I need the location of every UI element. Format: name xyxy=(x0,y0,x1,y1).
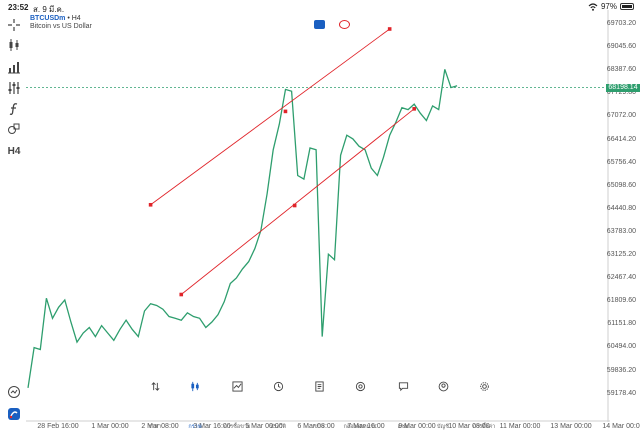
crosshair-tool[interactable] xyxy=(4,16,24,34)
time-tick-label: 11 Mar 00:00 xyxy=(499,423,541,430)
chart-type-tool[interactable] xyxy=(4,36,24,54)
price-tick-label: 65098.60 xyxy=(606,181,636,189)
account-icon xyxy=(438,381,448,392)
price-axis: 69703.20 69045.60 68387.60 67729.80 67072.00… xyxy=(606,10,640,422)
tab-label: ประวัติ xyxy=(269,424,287,430)
price-tick-label: 69045.60 xyxy=(606,43,636,51)
tab-label: แชท xyxy=(397,424,409,430)
quotes-icon xyxy=(151,382,159,391)
bottom-tab-bar: ราคา กราฟ การซื้อขาย ประวัติ ข่าว กล่องจดหมาย… xyxy=(130,381,510,447)
chat-icon xyxy=(398,382,408,392)
app-logo-icon xyxy=(8,408,20,420)
indicators-tool[interactable] xyxy=(4,58,24,76)
price-tick-label: 66414.20 xyxy=(606,135,636,143)
tab-label: บัญชี xyxy=(437,424,449,430)
trendline-2-anchor xyxy=(412,107,416,111)
market-watch-tool[interactable] xyxy=(4,383,24,401)
price-tick-label: 69703.20 xyxy=(606,20,636,27)
symbol-timeframe: H4 xyxy=(71,15,81,22)
price-chart[interactable] xyxy=(26,10,610,422)
objects-tool[interactable] xyxy=(4,79,24,97)
battery-icon xyxy=(620,3,634,10)
functions-tool[interactable] xyxy=(4,100,24,118)
tab-label: ข่าว xyxy=(314,424,324,430)
tab-label: กราฟ xyxy=(188,424,202,430)
trendline-1 xyxy=(150,28,390,206)
timeframe-button[interactable]: H4 xyxy=(4,142,24,160)
price-tick-label: 67072.00 xyxy=(606,112,636,120)
symbol-header: BTCUSDm • H4 xyxy=(30,15,81,22)
price-tick-label: 60494.00 xyxy=(606,343,636,351)
symbol-name: BTCUSDm xyxy=(30,15,66,22)
app-logo[interactable] xyxy=(4,405,24,423)
price-tick-label: 68387.60 xyxy=(606,66,636,74)
price-tick-label: 59836.20 xyxy=(606,366,636,374)
trendline-1-anchor xyxy=(283,109,288,114)
battery-fill xyxy=(622,5,632,8)
gauge-icon xyxy=(8,386,20,398)
price-tick-label: 65756.40 xyxy=(606,158,636,166)
tab-label: กล่องจดหมาย xyxy=(343,424,377,430)
indicators-icon xyxy=(8,62,20,74)
trendline-2 xyxy=(180,108,415,295)
chart-icon xyxy=(190,381,199,392)
trendline-1-anchor xyxy=(387,27,392,31)
trendline-1-anchor xyxy=(148,202,153,207)
symbol-description: Bitcoin vs US Dollar xyxy=(30,23,92,30)
price-tick-label: 61809.60 xyxy=(606,297,636,305)
indicator-toggle-icon[interactable] xyxy=(339,20,350,29)
price-tick-label: 63125.20 xyxy=(606,251,636,258)
price-tick-label: 63783.00 xyxy=(606,227,636,235)
trade-icon xyxy=(231,381,243,392)
time-tick-label: 14 Mar 00:00 xyxy=(602,423,640,430)
mailbox-icon xyxy=(355,381,365,392)
current-price-label: 68198.14 xyxy=(606,83,640,92)
price-tick-label: 61151.80 xyxy=(607,320,636,328)
trendline-2-anchor xyxy=(292,203,297,208)
history-icon xyxy=(273,381,283,392)
shapes-icon xyxy=(8,123,20,134)
time-tick-label: 28 Feb 16:00 xyxy=(37,423,79,430)
shapes-tool[interactable] xyxy=(4,120,24,138)
tab-label: ราคา xyxy=(148,424,162,430)
price-tick-label: 59178.40 xyxy=(606,389,636,397)
function-icon xyxy=(9,103,18,115)
trendline-2-anchor xyxy=(179,292,184,297)
candles-icon xyxy=(9,39,19,51)
news-icon xyxy=(314,381,324,392)
crosshair-icon xyxy=(8,19,20,31)
time-tick-label: 13 Mar 00:00 xyxy=(550,423,592,430)
price-tick-label: 64440.80 xyxy=(606,204,636,212)
settings-icon xyxy=(479,382,489,391)
tab-label: การตั้งค่า xyxy=(472,424,496,430)
price-tick-label: 62467.40 xyxy=(606,274,636,282)
one-click-trade-icon[interactable] xyxy=(314,20,325,29)
price-line xyxy=(27,69,458,388)
time-tick-label: 1 Mar 00:00 xyxy=(91,423,129,430)
sliders-icon xyxy=(8,82,20,94)
tab-label: การซื้อขาย xyxy=(223,424,251,430)
app-root: 23:52 ส. 9 มี.ค. 97% H4 BTCUSDm • H4 Bit… xyxy=(0,0,640,447)
chart-area[interactable] xyxy=(26,10,610,422)
